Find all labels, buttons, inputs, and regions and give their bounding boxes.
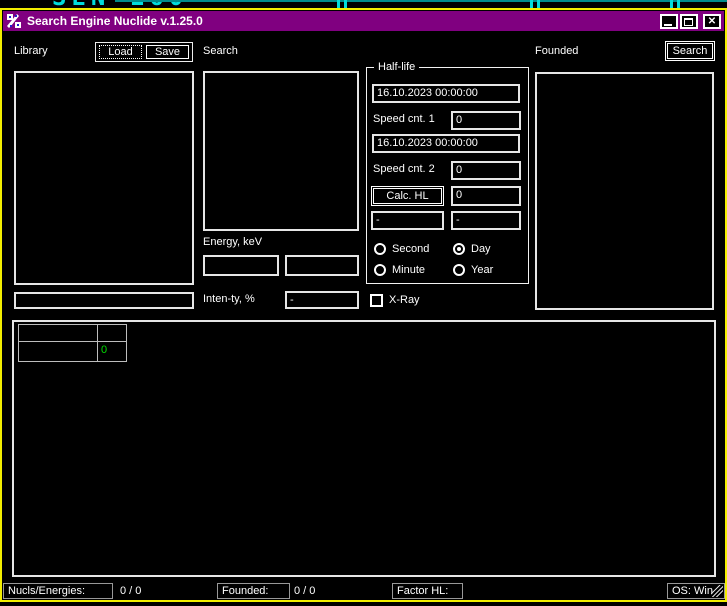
nucls-energies-value: 0 / 0	[120, 584, 141, 598]
grid-count-cell: 0	[98, 342, 127, 362]
speed-cnt-2-input[interactable]: 0	[451, 161, 521, 180]
date-from-input[interactable]: 16.10.2023 00:00:00	[372, 84, 520, 103]
library-label: Library	[14, 45, 48, 57]
load-button[interactable]: Load	[99, 45, 142, 59]
factor-hl-box: Factor HL:	[392, 583, 463, 599]
hl-result-right-input[interactable]: -	[451, 211, 521, 230]
intensity-input[interactable]: -	[285, 291, 359, 309]
date-to-input[interactable]: 16.10.2023 00:00:00	[372, 134, 520, 153]
results-grid[interactable]: 0	[18, 324, 127, 362]
radio-icon	[374, 264, 386, 276]
hl-result-left-input[interactable]: -	[371, 211, 444, 230]
radio-minute[interactable]: Minute	[374, 264, 425, 276]
radio-icon	[453, 243, 465, 255]
search-button[interactable]: Search	[665, 41, 715, 61]
minimize-icon	[664, 24, 672, 26]
nucls-energies-box: Nucls/Energies:	[3, 583, 113, 599]
search-listbox[interactable]	[203, 71, 359, 231]
grid-cell	[19, 325, 98, 342]
os-label: OS: Win	[672, 585, 713, 597]
search-label: Search	[203, 45, 238, 57]
founded-value: 0 / 0	[294, 584, 315, 598]
founded-listbox[interactable]	[535, 72, 714, 310]
radio-icon	[374, 243, 386, 255]
speed-cnt-1-input[interactable]: 0	[451, 111, 521, 130]
energy-label: Energy, keV	[203, 236, 262, 248]
library-filter-input[interactable]	[14, 292, 194, 309]
grid-cell	[19, 342, 98, 362]
calc-hl-input[interactable]: 0	[451, 186, 521, 206]
grid-cell	[98, 325, 127, 342]
radio-icon	[453, 264, 465, 276]
calc-hl-button[interactable]: Calc. HL	[371, 186, 444, 206]
load-save-group: Load Save	[95, 42, 193, 62]
window-title: Search Engine Nuclide v.1.25.0	[22, 14, 658, 28]
radio-second-label: Second	[392, 243, 429, 255]
xray-checkbox[interactable]	[370, 294, 383, 307]
xray-label: X-Ray	[389, 294, 420, 306]
resize-grip-icon[interactable]	[711, 585, 723, 597]
radio-year-label: Year	[471, 264, 493, 276]
energy-min-input[interactable]	[203, 255, 279, 276]
founded-label: Founded	[535, 45, 578, 57]
radio-minute-label: Minute	[392, 264, 425, 276]
save-button[interactable]: Save	[146, 45, 189, 59]
radio-day[interactable]: Day	[453, 243, 491, 255]
halflife-group: Half-life 16.10.2023 00:00:00 Speed cnt.…	[366, 67, 529, 284]
screen: SEN 160 Search Engine Nuclide v.1.25.0 ✕…	[0, 0, 727, 606]
halflife-title: Half-life	[374, 61, 419, 73]
library-listbox[interactable]	[14, 71, 194, 285]
results-panel[interactable]: 0	[12, 320, 716, 577]
speed-cnt-1-label: Speed cnt. 1	[373, 113, 435, 125]
maximize-button[interactable]	[680, 14, 698, 29]
titlebar[interactable]: Search Engine Nuclide v.1.25.0 ✕	[3, 11, 724, 31]
speed-cnt-2-label: Speed cnt. 2	[373, 163, 435, 175]
app-icon	[6, 13, 22, 29]
maximize-icon	[684, 18, 693, 26]
radio-day-label: Day	[471, 243, 491, 255]
background-window-line	[115, 0, 727, 2]
founded-box: Founded:	[217, 583, 290, 599]
radio-year[interactable]: Year	[453, 264, 493, 276]
intensity-label: Inten-ty, %	[203, 293, 255, 305]
minimize-button[interactable]	[660, 14, 678, 29]
energy-max-input[interactable]	[285, 255, 359, 276]
radio-second[interactable]: Second	[374, 243, 429, 255]
os-box: OS: Win	[667, 583, 725, 599]
close-button[interactable]: ✕	[703, 14, 721, 29]
close-icon: ✕	[705, 16, 719, 27]
